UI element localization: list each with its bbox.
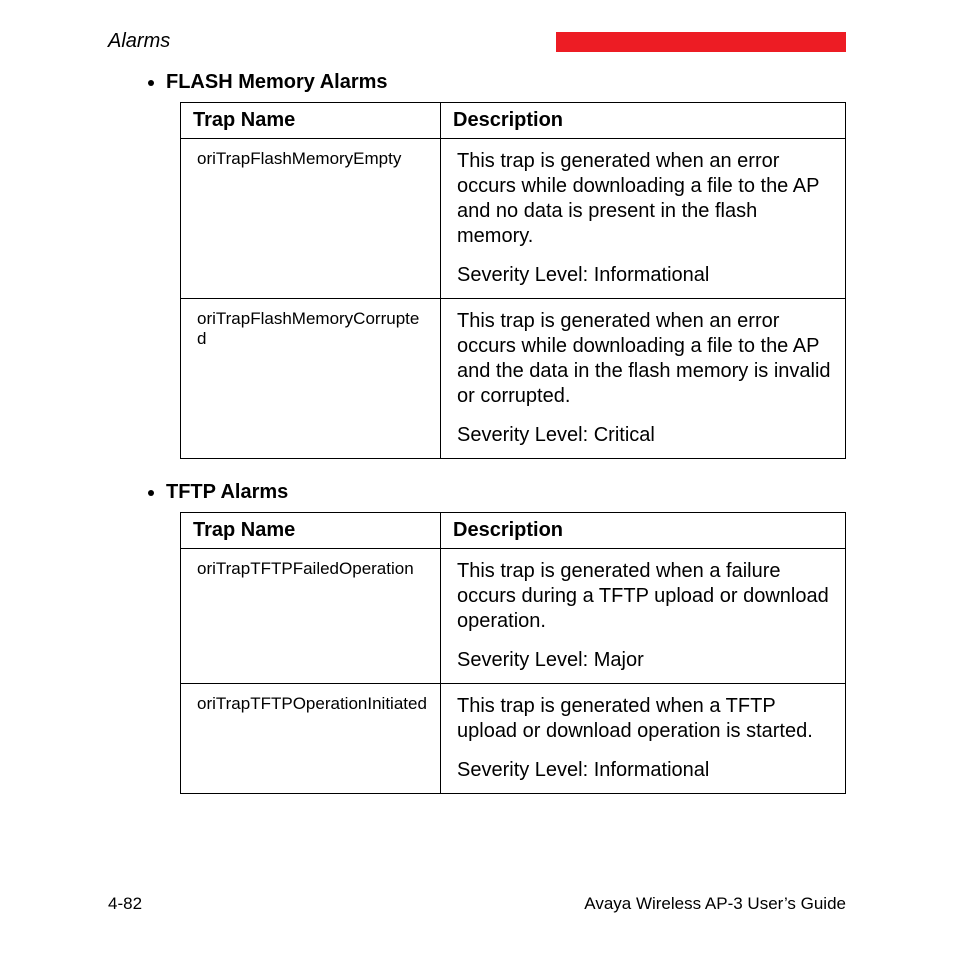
bullet-icon (148, 490, 154, 496)
trap-name-cell: oriTrapFlashMemoryEmpty (197, 149, 428, 169)
page-number: 4-82 (108, 894, 142, 914)
table-row: oriTrapFlashMemoryCorrupted This trap is… (181, 299, 846, 459)
trap-name-cell: oriTrapFlashMemoryCorrupted (197, 309, 428, 349)
col-description: Description (441, 103, 846, 139)
bullet-tftp-alarms: TFTP Alarms (148, 481, 846, 504)
section-title: Alarms (108, 30, 170, 53)
table-row: oriTrapFlashMemoryEmpty This trap is gen… (181, 139, 846, 299)
header-red-bar (556, 32, 846, 52)
severity-text: Severity Level: Informational (457, 263, 833, 288)
table-row: oriTrapTFTPFailedOperation This trap is … (181, 549, 846, 684)
description-text: This trap is generated when a failure oc… (457, 559, 833, 634)
document-title: Avaya Wireless AP-3 User’s Guide (584, 894, 846, 914)
table-flash-memory-alarms: Trap Name Description oriTrapFlashMemory… (180, 102, 846, 459)
bullet-flash-memory-alarms: FLASH Memory Alarms (148, 71, 846, 94)
col-trap-name: Trap Name (181, 513, 441, 549)
severity-text: Severity Level: Critical (457, 423, 833, 448)
trap-name-cell: oriTrapTFTPOperationInitiated (197, 694, 428, 714)
table-row: oriTrapTFTPOperationInitiated This trap … (181, 684, 846, 794)
table-header-row: Trap Name Description (181, 103, 846, 139)
col-description: Description (441, 513, 846, 549)
description-text: This trap is generated when an error occ… (457, 309, 833, 409)
severity-text: Severity Level: Informational (457, 758, 833, 783)
table-tftp-alarms: Trap Name Description oriTrapTFTPFailedO… (180, 512, 846, 794)
page-header: Alarms (108, 30, 846, 53)
severity-text: Severity Level: Major (457, 648, 833, 673)
bullet-label: TFTP Alarms (166, 481, 288, 504)
table-header-row: Trap Name Description (181, 513, 846, 549)
page-footer: 4-82 Avaya Wireless AP-3 User’s Guide (108, 894, 846, 914)
bullet-icon (148, 80, 154, 86)
document-page: Alarms FLASH Memory Alarms Trap Name Des… (0, 0, 954, 954)
bullet-label: FLASH Memory Alarms (166, 71, 388, 94)
description-text: This trap is generated when a TFTP uploa… (457, 694, 833, 744)
trap-name-cell: oriTrapTFTPFailedOperation (197, 559, 428, 579)
col-trap-name: Trap Name (181, 103, 441, 139)
description-text: This trap is generated when an error occ… (457, 149, 833, 249)
